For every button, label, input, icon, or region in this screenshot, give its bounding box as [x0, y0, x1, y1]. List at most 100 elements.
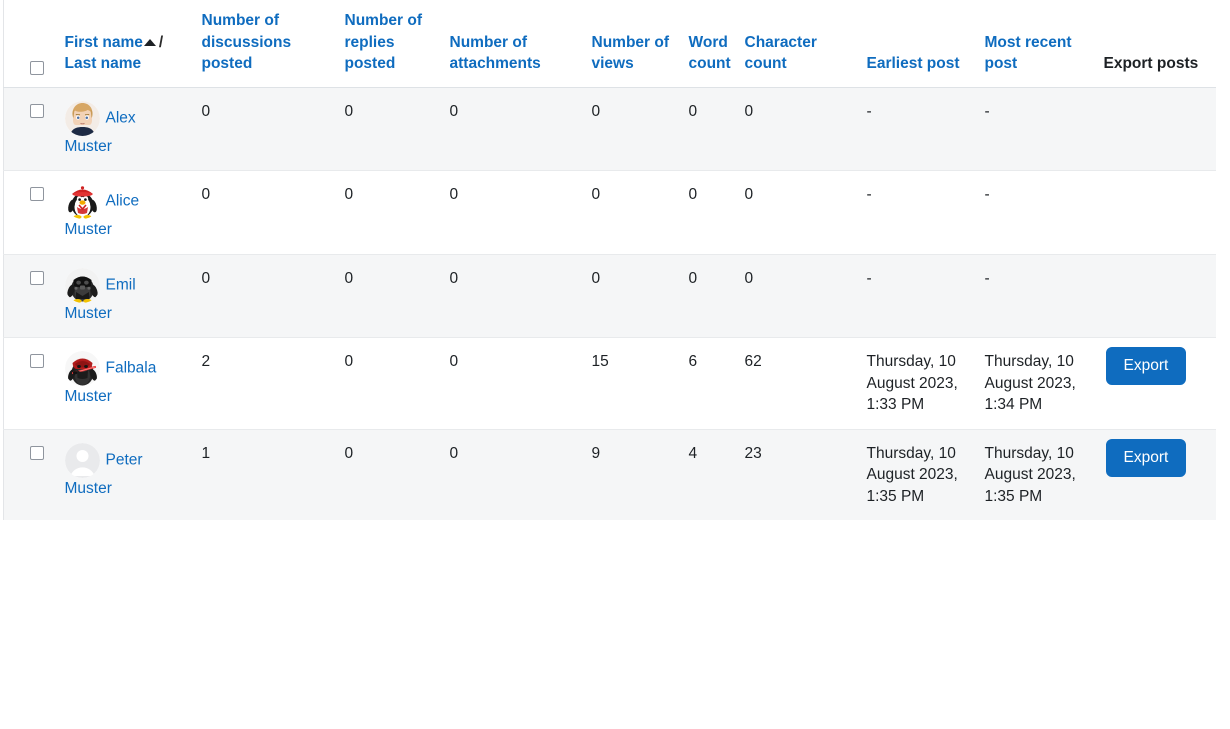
row-select-cell — [3, 429, 57, 520]
character-count: 0 — [736, 254, 859, 338]
sort-link-last-name[interactable]: Last name — [65, 55, 142, 72]
most-recent-post-date: - — [976, 170, 1096, 255]
row-select-checkbox[interactable] — [30, 445, 44, 460]
character-count: 23 — [736, 429, 859, 520]
replies-count: 0 — [336, 254, 442, 338]
row-select-checkbox[interactable] — [30, 354, 44, 368]
user-last-name-link[interactable]: Muster — [65, 386, 186, 408]
earliest-post-date: - — [858, 254, 977, 338]
sort-link-attachments[interactable]: Number of attachments — [450, 34, 541, 73]
attachments-count: 0 — [441, 87, 584, 171]
export-cell: Export — [1095, 337, 1216, 430]
row-select-cell — [3, 254, 57, 338]
user-cell: Peter Muster — [56, 429, 194, 520]
row-select-checkbox[interactable] — [30, 103, 44, 118]
word-count: 4 — [680, 429, 737, 520]
table-row: Emil Muster 0 0 0 0 0 0- - — [3, 254, 1216, 338]
select-all-checkbox-holder — [12, 58, 49, 75]
attachments-count: 0 — [441, 254, 584, 338]
views-count: 15 — [583, 337, 681, 430]
select-all-checkbox[interactable] — [30, 60, 44, 75]
character-count: 62 — [736, 337, 859, 430]
sort-link-discussions[interactable]: Number of discussions posted — [202, 12, 292, 72]
export-button[interactable]: Export — [1105, 347, 1187, 385]
user-last-name-link[interactable]: Muster — [65, 219, 186, 241]
export-button[interactable]: Export — [1105, 438, 1187, 477]
row-select-cell — [3, 87, 57, 171]
word-count: 6 — [680, 337, 737, 430]
discussions-count: 0 — [193, 254, 337, 338]
discussions-count: 0 — [193, 170, 337, 255]
earliest-post-date: Thursday, 10 August 2023, 1:33 PM — [858, 337, 977, 430]
penguin-dark-vader-avatar — [64, 267, 100, 303]
sort-link-first-name[interactable]: First name — [65, 34, 143, 51]
replies-count: 0 — [336, 337, 442, 430]
select-all-header — [3, 0, 57, 88]
user-first-name-link[interactable]: Alex — [106, 109, 136, 126]
row-select-checkbox[interactable] — [30, 187, 44, 201]
sort-asc-arrow-icon — [143, 38, 156, 46]
user-cell: Alex Muster — [56, 87, 194, 171]
column-header-views: Number of views — [583, 0, 681, 88]
views-count: 0 — [583, 87, 681, 171]
column-header-attachments: Number of attachments — [441, 0, 584, 88]
attachments-count: 0 — [441, 337, 584, 430]
row-select-cell — [3, 170, 57, 255]
user-last-name-link[interactable]: Muster — [65, 136, 186, 158]
row-select-checkbox[interactable] — [30, 270, 44, 285]
most-recent-post-date: Thursday, 10 August 2023, 1:35 PM — [976, 429, 1096, 520]
user-cell: Alice Muster — [56, 170, 194, 255]
word-count: 0 — [680, 170, 737, 255]
sort-link-word-count[interactable]: Word count — [689, 34, 731, 73]
export-cell — [1095, 254, 1216, 338]
table-body: Alex Muster 0 0 0 0 0 0- - Alice Muster 0 0 0 0 0 0- - Emi… — [3, 87, 1216, 520]
report-table-container: First name / Last name Number of discussi… — [3, 0, 1216, 520]
table-row: Alex Muster 0 0 0 0 0 0- - — [3, 87, 1216, 171]
column-header-most-recent-post: Most recent post — [976, 0, 1096, 88]
user-cell: Falbala Muster — [56, 337, 194, 430]
character-count: 0 — [736, 170, 859, 255]
user-last-name-link[interactable]: Muster — [65, 478, 186, 500]
column-header-name: First name / Last name — [56, 0, 194, 88]
column-header-discussions: Number of discussions posted — [193, 0, 337, 88]
most-recent-post-date: - — [976, 254, 1096, 338]
export-cell: Export — [1095, 429, 1216, 520]
name-separator: / — [158, 33, 164, 51]
user-last-name-link[interactable]: Muster — [65, 303, 186, 325]
views-count: 0 — [583, 170, 681, 255]
default-user-avatar — [64, 442, 100, 478]
row-checkbox-holder — [12, 101, 49, 118]
sort-link-replies[interactable]: Number of replies posted — [345, 12, 423, 72]
table-row: Falbala Muster 2 0 0 15 6 62 Thursday, 10 August… — [3, 337, 1216, 430]
forum-summary-table: First name / Last name Number of discussi… — [3, 0, 1216, 520]
attachments-count: 0 — [441, 170, 584, 255]
column-header-replies: Number of replies posted — [336, 0, 442, 88]
penguin-red-sith-avatar — [64, 351, 100, 386]
discussions-count: 0 — [193, 87, 337, 171]
anime-blonde-avatar — [64, 100, 100, 136]
discussions-count: 1 — [193, 429, 337, 520]
row-checkbox-holder — [12, 184, 49, 201]
column-header-char-count: Character count — [736, 0, 859, 88]
user-first-name-link[interactable]: Alice — [106, 193, 140, 210]
sort-link-char-count[interactable]: Character count — [745, 34, 817, 73]
table-row: Peter Muster 1 0 0 9 4 23 Thursday, 10 August 20… — [3, 429, 1216, 520]
export-cell — [1095, 170, 1216, 255]
user-first-name-link[interactable]: Falbala — [106, 360, 157, 377]
replies-count: 0 — [336, 170, 442, 255]
sort-link-views[interactable]: Number of views — [592, 34, 670, 73]
column-header-export-posts: Export posts — [1095, 0, 1216, 88]
sort-link-most-recent-post[interactable]: Most recent post — [985, 34, 1072, 73]
replies-count: 0 — [336, 87, 442, 171]
earliest-post-date: - — [858, 170, 977, 255]
sort-link-earliest-post[interactable]: Earliest post — [867, 55, 960, 72]
user-first-name-link[interactable]: Emil — [106, 276, 136, 293]
table-header-row: First name / Last name Number of discussi… — [3, 0, 1216, 88]
column-header-earliest-post: Earliest post — [858, 0, 977, 88]
character-count: 0 — [736, 87, 859, 171]
column-header-word-count: Word count — [680, 0, 737, 88]
row-select-cell — [3, 337, 57, 430]
earliest-post-date: Thursday, 10 August 2023, 1:35 PM — [858, 429, 977, 520]
discussions-count: 2 — [193, 337, 337, 430]
user-first-name-link[interactable]: Peter — [106, 451, 143, 468]
